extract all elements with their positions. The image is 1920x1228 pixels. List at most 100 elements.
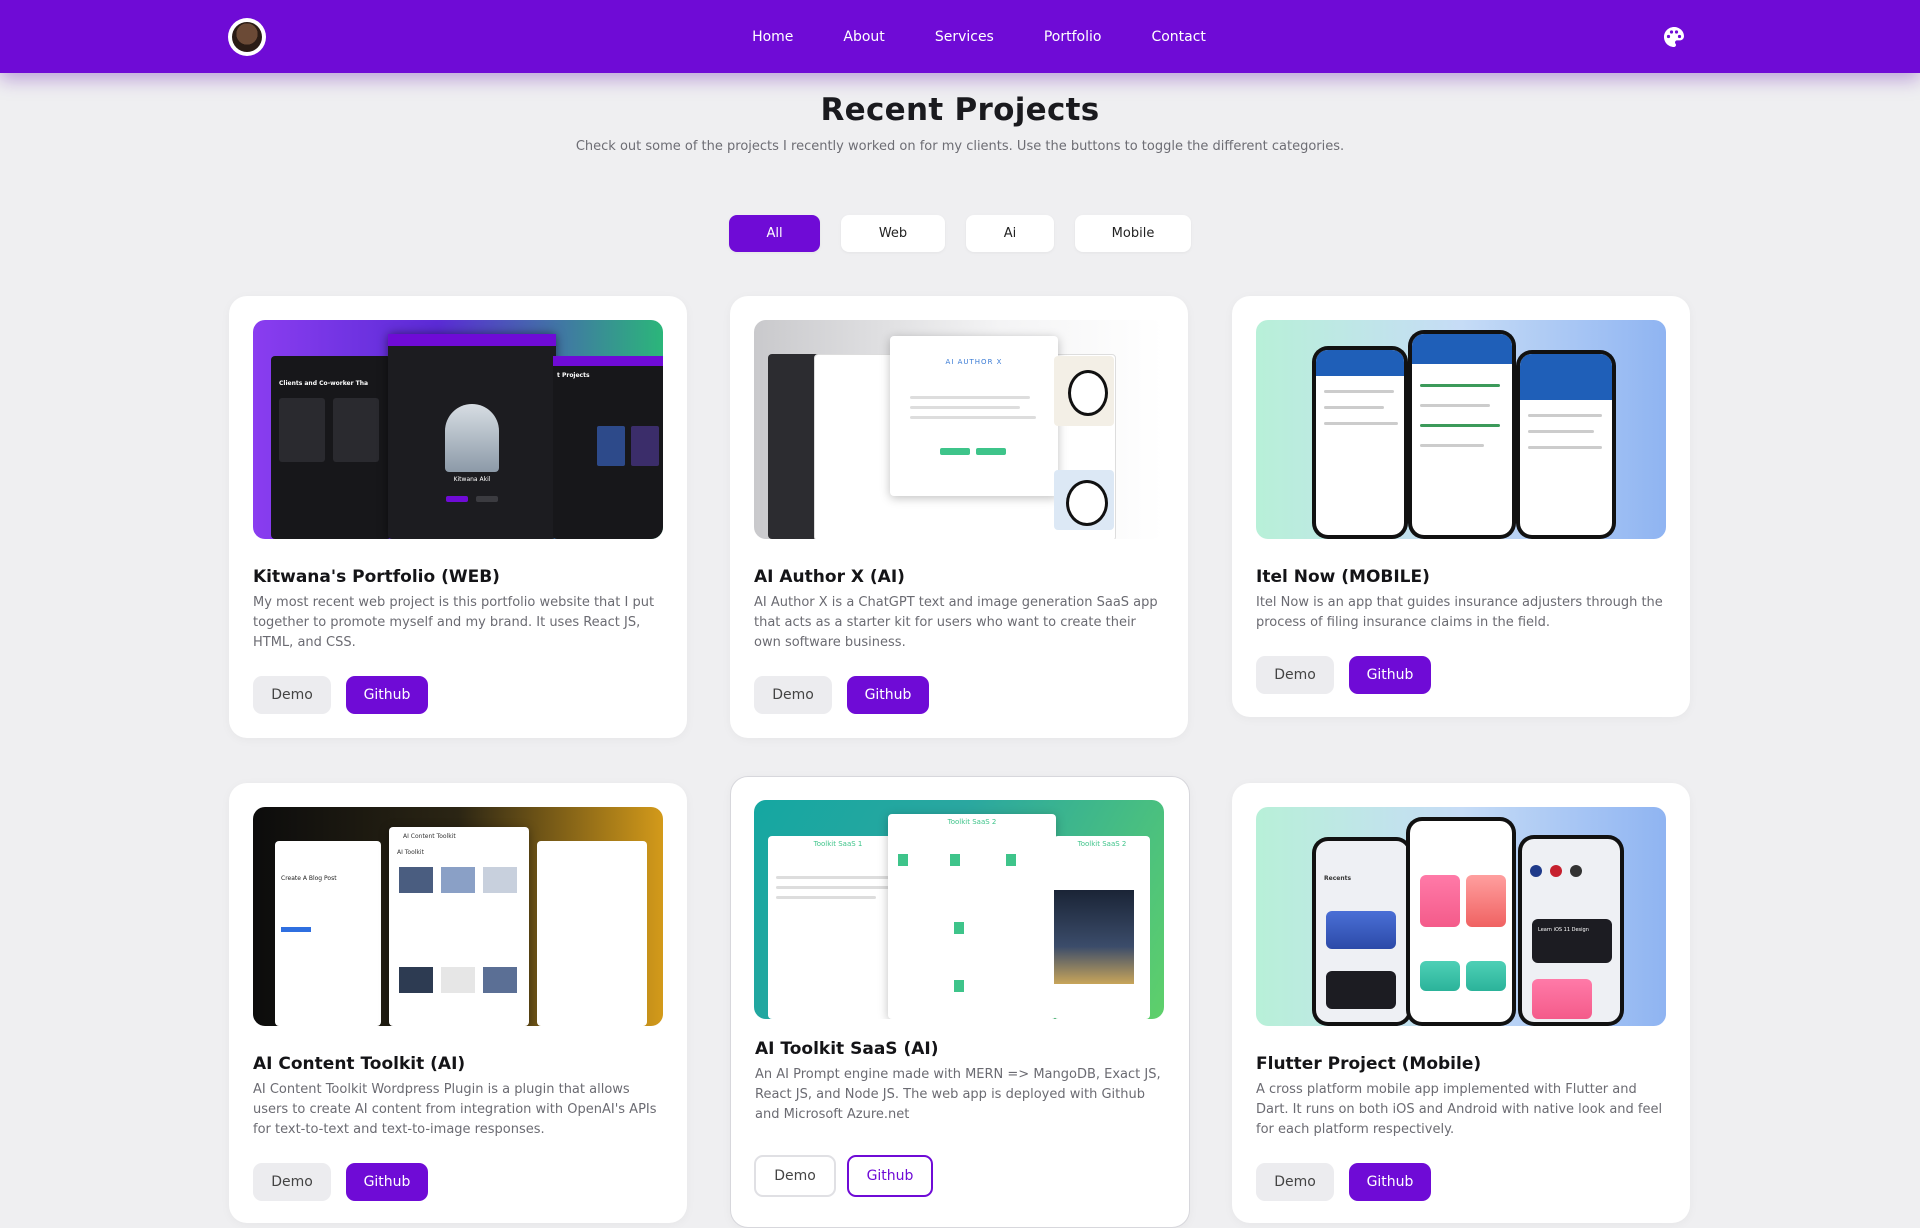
mock-screen: t Projects <box>553 356 663 539</box>
mock-course-card <box>1420 875 1460 927</box>
demo-button[interactable]: Demo <box>754 676 832 714</box>
mock-line <box>1420 444 1484 447</box>
mock-doc-icon <box>954 922 964 934</box>
github-button[interactable]: Github <box>346 1163 428 1201</box>
mock-line <box>1420 404 1490 407</box>
mock-line <box>910 396 1030 399</box>
mock-phone <box>1312 346 1408 539</box>
mock-heading: Toolkit SaaS 2 <box>1077 840 1127 848</box>
nav-link-about[interactable]: About <box>818 29 909 45</box>
nav-link-services[interactable]: Services <box>910 29 1019 45</box>
mock-nav <box>553 356 663 366</box>
mock-doc-icon <box>898 854 908 866</box>
demo-button[interactable]: Demo <box>253 676 331 714</box>
mock-phone: Learn iOS 11 Design <box>1518 835 1624 1026</box>
mock-screen: Create A Blog Post <box>275 841 381 1026</box>
mock-phone-screen <box>1520 354 1612 535</box>
mock-phone-screen: Learn iOS 11 Design <box>1522 839 1620 1022</box>
github-button[interactable]: Github <box>346 676 428 714</box>
filter-mobile-button[interactable]: Mobile <box>1075 215 1191 252</box>
project-card: Create A Blog Post AI Content Toolkit AI… <box>229 783 687 1223</box>
demo-button[interactable]: Demo <box>253 1163 331 1201</box>
project-card: AI AUTHOR X AI Author X (AI) AI Author X… <box>730 296 1188 738</box>
project-description: AI Content Toolkit Wordpress Plugin is a… <box>253 1082 657 1137</box>
mock-line <box>1324 406 1384 409</box>
mock-button <box>940 448 970 455</box>
mock-button <box>281 927 311 932</box>
mock-app-bar <box>1520 354 1612 400</box>
project-title: AI Toolkit SaaS (AI) <box>755 1039 939 1059</box>
mock-course-card <box>1466 961 1506 991</box>
mock-button <box>976 448 1006 455</box>
github-button[interactable]: Github <box>1349 1163 1431 1201</box>
mock-doc-icon <box>954 980 964 992</box>
mock-ufo-image <box>1054 890 1134 984</box>
project-title: Kitwana's Portfolio (WEB) <box>253 567 500 587</box>
project-thumbnail: Toolkit SaaS 1 Toolkit SaaS 2 Toolkit Sa… <box>754 800 1164 1019</box>
demo-button[interactable]: Demo <box>754 1155 836 1197</box>
github-button[interactable]: Github <box>847 676 929 714</box>
mock-course-title: Learn iOS 11 Design <box>1538 927 1589 933</box>
mock-logo: AI AUTHOR X <box>945 358 1003 366</box>
project-title: Flutter Project (Mobile) <box>1256 1054 1482 1074</box>
project-thumbnail: Create A Blog Post AI Content Toolkit AI… <box>253 807 663 1026</box>
demo-button[interactable]: Demo <box>1256 656 1334 694</box>
project-card: Clients and Co-worker Tha Kitwana Akil t… <box>229 296 687 738</box>
mock-button <box>446 496 468 502</box>
mock-line <box>1324 390 1394 393</box>
mock-phone-screen <box>1410 821 1512 1022</box>
github-button[interactable]: Github <box>1349 656 1431 694</box>
mock-line <box>1324 422 1398 425</box>
mock-nav <box>388 334 556 346</box>
mock-line <box>776 896 876 899</box>
mock-robot <box>441 867 475 893</box>
filter-web-button[interactable]: Web <box>841 215 945 252</box>
project-card: Recents Learn iOS 11 Design Flutter Proj… <box>1232 783 1690 1223</box>
mock-phone <box>1408 330 1516 539</box>
mock-doc-icon <box>1006 854 1016 866</box>
mock-app-bar <box>1412 334 1512 364</box>
mock-block <box>279 398 325 462</box>
mock-line <box>1528 414 1602 417</box>
mock-screen: Toolkit SaaS 2 <box>1054 836 1150 1019</box>
filter-all-button[interactable]: All <box>729 215 820 252</box>
mock-block <box>631 426 659 466</box>
nav-link-contact[interactable]: Contact <box>1126 29 1230 45</box>
mock-line <box>910 416 1036 419</box>
mock-robot <box>441 967 475 993</box>
page-subtitle: Check out some of the projects I recentl… <box>575 139 1345 154</box>
mock-line <box>1528 430 1594 433</box>
project-thumbnail <box>1256 320 1666 539</box>
demo-button[interactable]: Demo <box>1256 1163 1334 1201</box>
project-description: My most recent web project is this portf… <box>253 595 655 650</box>
mock-line <box>776 886 896 889</box>
project-description: AI Author X is a ChatGPT text and image … <box>754 595 1158 650</box>
nav-link-portfolio[interactable]: Portfolio <box>1019 29 1127 45</box>
mock-heading: Create A Blog Post <box>281 875 337 882</box>
mock-robot <box>399 967 433 993</box>
mock-portrait <box>445 404 499 472</box>
mock-heading: t Projects <box>557 372 590 379</box>
mock-line <box>1420 424 1500 427</box>
filter-ai-button[interactable]: Ai <box>966 215 1054 252</box>
palette-icon[interactable] <box>1662 25 1686 49</box>
mock-course-card <box>1420 961 1460 991</box>
mock-dog <box>1068 370 1108 416</box>
mock-robot <box>483 867 517 893</box>
mock-badge <box>1570 865 1582 877</box>
mock-heading: AI Toolkit <box>397 849 424 856</box>
top-navbar: Home About Services Portfolio Contact <box>0 0 1920 73</box>
mock-name: Kitwana Akil <box>453 476 491 483</box>
mock-app-bar <box>1316 350 1404 376</box>
project-title: AI Content Toolkit (AI) <box>253 1054 466 1074</box>
project-description: A cross platform mobile app implemented … <box>1256 1082 1663 1137</box>
project-card: Itel Now (MOBILE) Itel Now is an app tha… <box>1232 296 1690 717</box>
nav-link-home[interactable]: Home <box>727 29 818 45</box>
mock-badge <box>1530 865 1542 877</box>
github-button[interactable]: Github <box>847 1155 933 1197</box>
mock-heading: Toolkit SaaS 1 <box>813 840 863 848</box>
mock-course-card <box>1326 971 1396 1009</box>
mock-screen-center: AI Content Toolkit AI Toolkit <box>389 827 529 1026</box>
mock-image-dog <box>1054 470 1114 530</box>
mock-dialog: AI AUTHOR X <box>890 336 1058 496</box>
